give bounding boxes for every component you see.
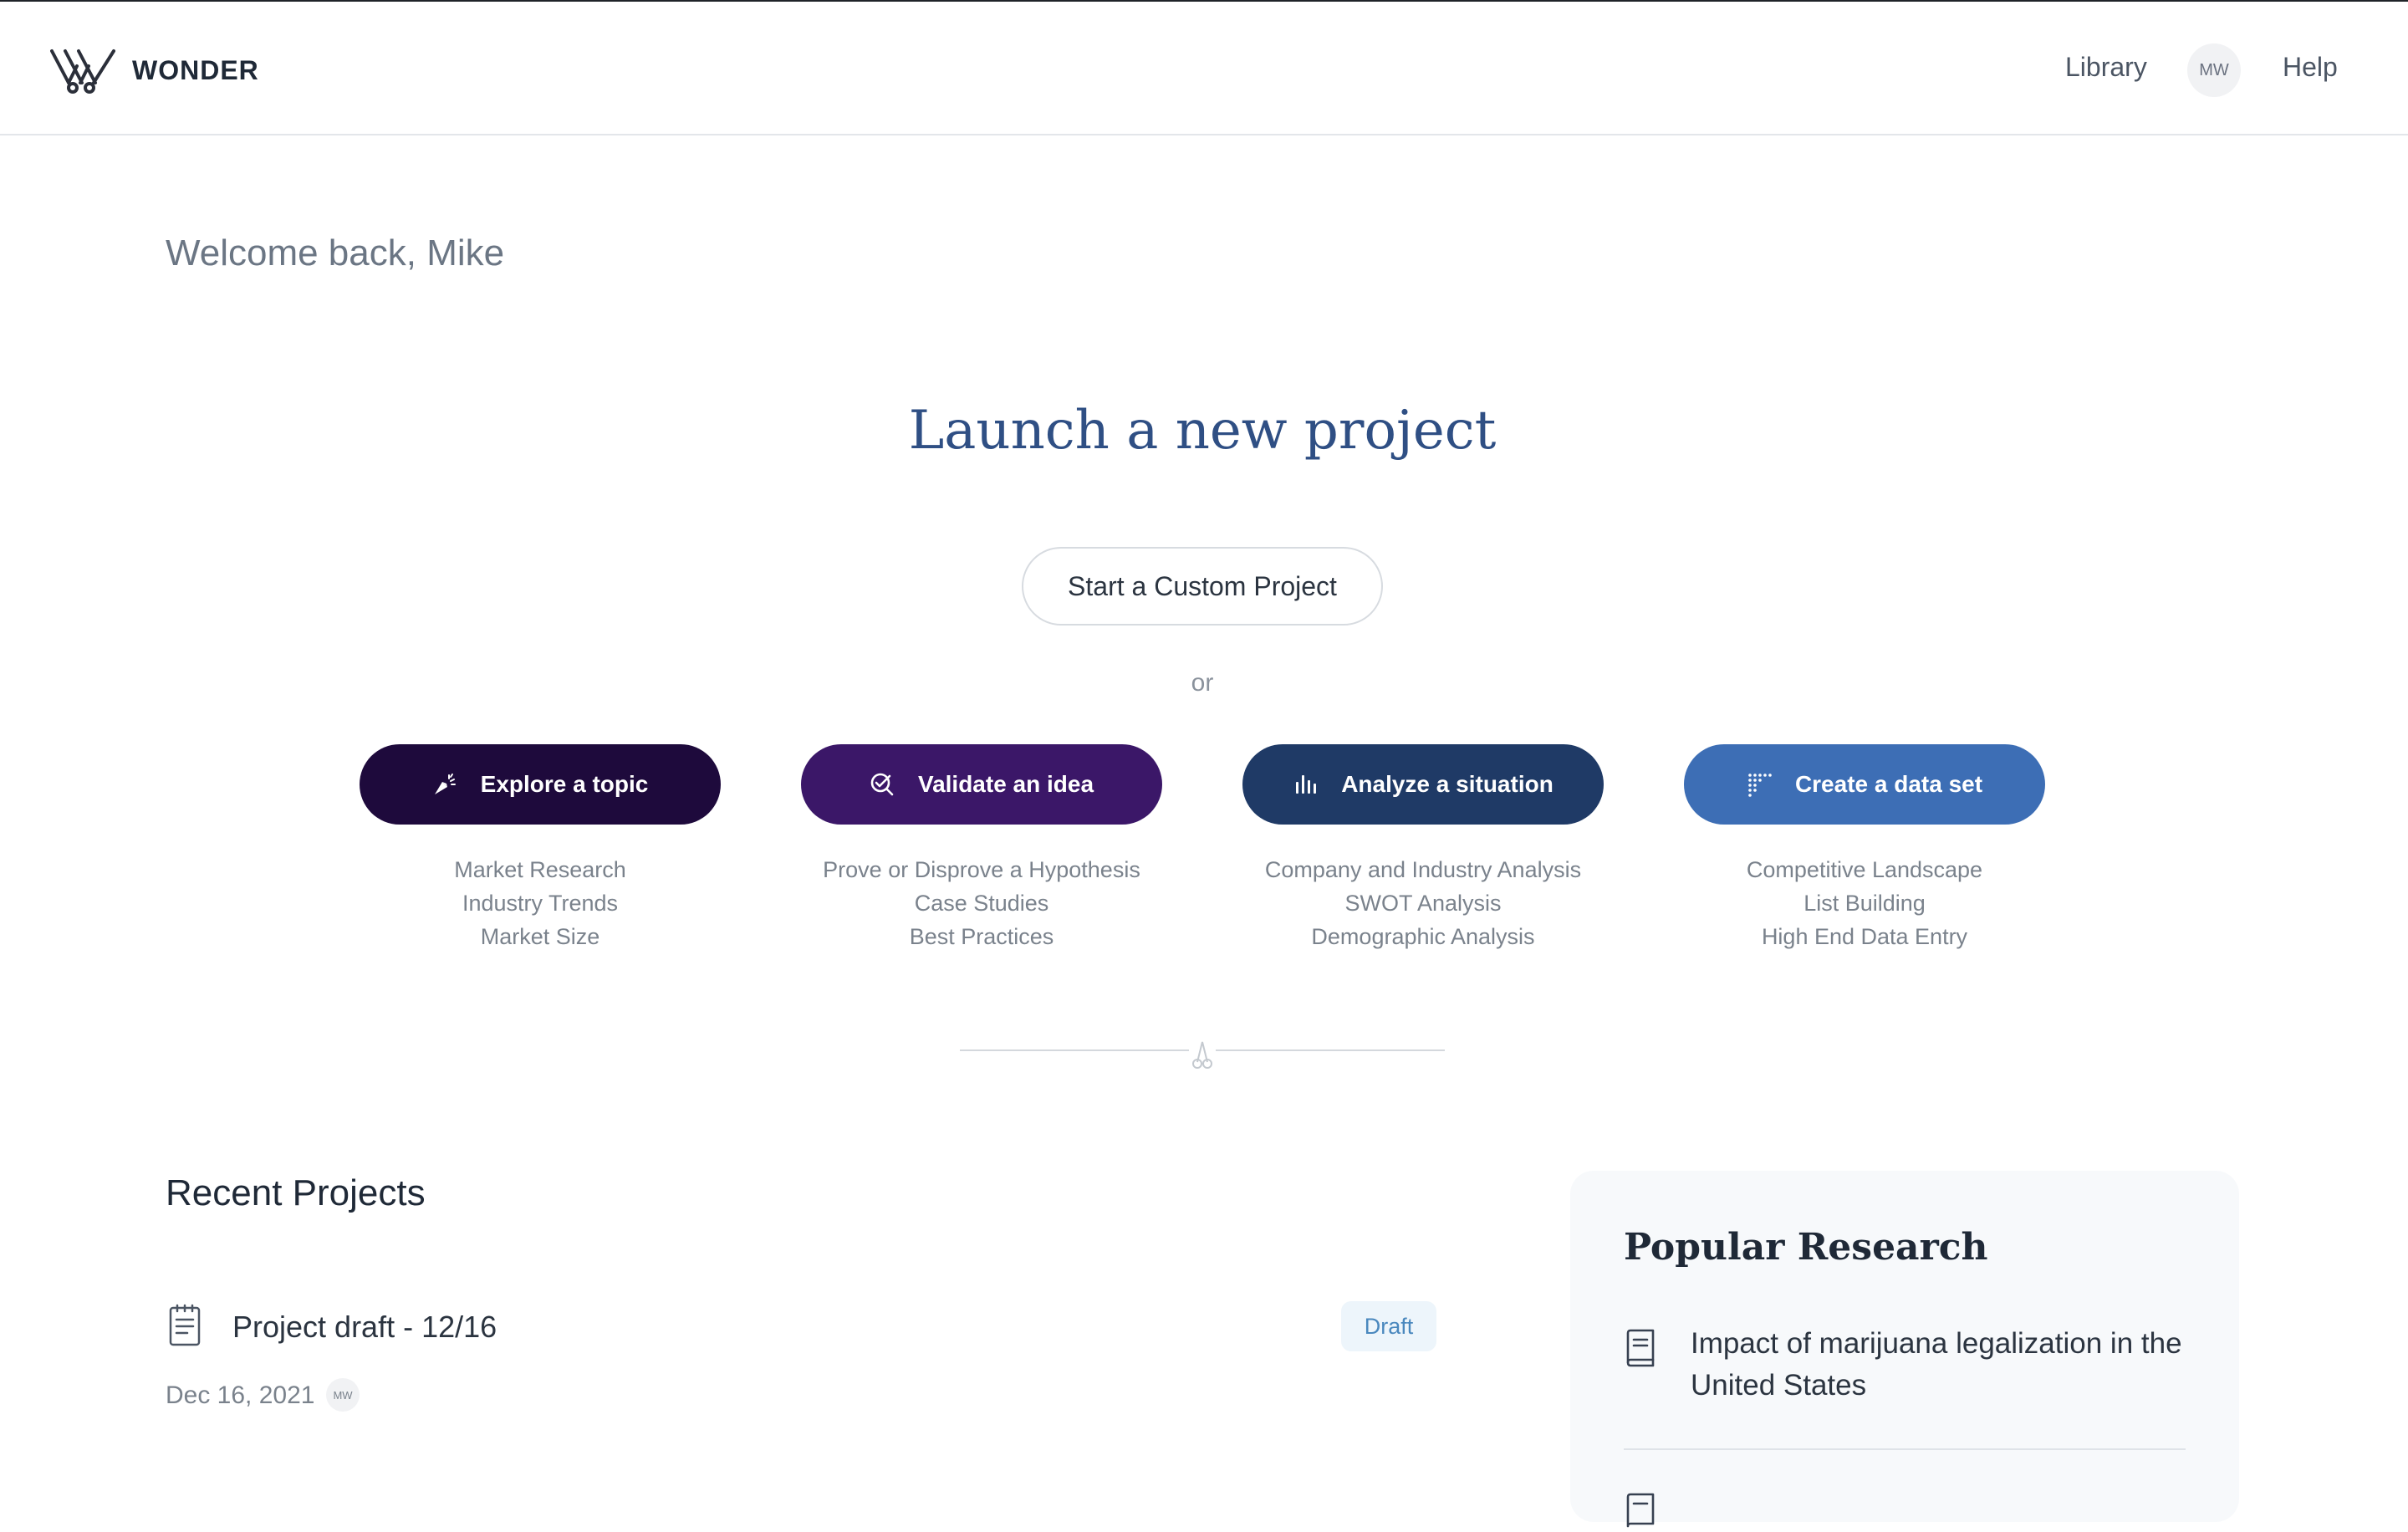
wonder-logo[interactable]: WONDER (50, 45, 259, 95)
explore-topic-label: Explore a topic (480, 771, 649, 797)
section-divider (960, 1039, 1445, 1069)
example-item: Market Size (480, 924, 600, 949)
recent-projects-title: Recent Projects (166, 1172, 426, 1213)
start-custom-project-button[interactable]: Start a Custom Project (1022, 547, 1383, 626)
or-separator: or (1191, 669, 1214, 697)
validate-idea-label: Validate an idea (917, 771, 1094, 797)
example-item: Company and Industry Analysis (1264, 857, 1582, 882)
user-avatar[interactable]: MW (2187, 43, 2241, 97)
popular-research-link[interactable]: Impact of marijuana legalization in the … (1691, 1323, 2192, 1407)
welcome-message: Welcome back, Mike (166, 232, 505, 273)
explore-topic-examples: Market Research Industry Trends Market S… (360, 853, 721, 953)
bar-chart-icon (1293, 772, 1318, 797)
example-item: Industry Trends (462, 891, 619, 916)
category-explore: Explore a topic Market Research Industry… (360, 744, 721, 953)
analyze-situation-button[interactable]: Analyze a situation (1242, 744, 1604, 825)
example-item: Best Practices (909, 924, 1054, 949)
project-date: Dec 16, 2021 (166, 1381, 315, 1409)
book-icon (1626, 1329, 1655, 1367)
category-validate: Validate an idea Prove or Disprove a Hyp… (801, 744, 1162, 953)
analyze-situation-label: Analyze a situation (1341, 771, 1553, 797)
popular-research-panel: Popular Research Impact of marijuana leg… (1570, 1171, 2239, 1528)
document-icon (169, 1304, 201, 1346)
popular-research-title: Popular Research (1624, 1226, 1988, 1269)
dot-grid-icon (1747, 772, 1772, 797)
launch-title: Launch a new project (908, 400, 1497, 462)
example-item: Demographic Analysis (1311, 924, 1535, 949)
create-data-set-button[interactable]: Create a data set (1684, 744, 2045, 825)
category-create: Create a data set Competitive Landscape … (1684, 744, 2045, 953)
example-item: List Building (1803, 891, 1926, 916)
project-list-item[interactable]: Project draft - 12/16 Draft Dec 16, 2021… (166, 1301, 1436, 1418)
explore-topic-button[interactable]: Explore a topic (360, 744, 721, 825)
example-item: Case Studies (914, 891, 1049, 916)
example-item: High End Data Entry (1761, 924, 1968, 949)
example-item: Market Research (454, 857, 626, 882)
example-item: Competitive Landscape (1746, 857, 1983, 882)
book-icon (1626, 1493, 1655, 1528)
analyze-situation-examples: Company and Industry Analysis SWOT Analy… (1242, 853, 1604, 953)
top-header: WONDER Library MW Help (0, 0, 2408, 135)
wonder-logo-icon (50, 49, 115, 94)
category-analyze: Analyze a situation Company and Industry… (1242, 744, 1604, 953)
project-name[interactable]: Project draft - 12/16 (232, 1310, 497, 1345)
create-data-set-label: Create a data set (1794, 771, 1983, 797)
example-item: Prove or Disprove a Hypothesis (823, 857, 1140, 882)
create-data-set-examples: Competitive Landscape List Building High… (1684, 853, 2045, 953)
nav-library-link[interactable]: Library (2065, 52, 2147, 83)
brand-name: WONDER (132, 54, 259, 85)
validate-idea-button[interactable]: Validate an idea (801, 744, 1162, 825)
sparkle-arrow-icon (432, 772, 457, 797)
divider (1624, 1448, 2186, 1450)
nav-help-link[interactable]: Help (2283, 52, 2338, 83)
check-magnifier-icon (870, 772, 895, 797)
example-item: SWOT Analysis (1344, 891, 1502, 916)
status-badge: Draft (1341, 1301, 1436, 1351)
validate-idea-examples: Prove or Disprove a Hypothesis Case Stud… (801, 853, 1162, 953)
owner-avatar: MW (326, 1378, 360, 1412)
